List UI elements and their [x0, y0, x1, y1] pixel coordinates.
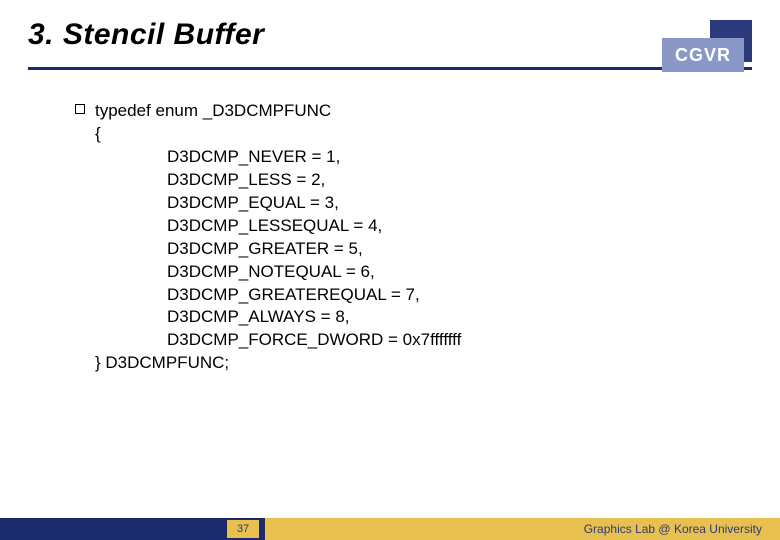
enum-member: D3DCMP_ALWAYS = 8,: [95, 306, 780, 329]
enum-member: D3DCMP_NEVER = 1,: [95, 146, 780, 169]
footer-label: Graphics Lab @ Korea University: [584, 522, 762, 536]
title-underline: [28, 67, 752, 70]
footer-left: 37: [0, 518, 265, 540]
brace-open: {: [95, 123, 780, 146]
bullet-item: typedef enum _D3DCMPFUNC { D3DCMP_NEVER …: [95, 100, 780, 375]
page-number: 37: [227, 520, 259, 538]
logo-front-bar: CGVR: [662, 38, 744, 72]
enum-member: D3DCMP_GREATEREQUAL = 7,: [95, 284, 780, 307]
content-area: typedef enum _D3DCMPFUNC { D3DCMP_NEVER …: [0, 78, 780, 375]
square-bullet-icon: [75, 104, 85, 114]
enum-declaration: typedef enum _D3DCMPFUNC: [95, 100, 780, 123]
logo: CGVR: [662, 20, 752, 72]
enum-member: D3DCMP_EQUAL = 3,: [95, 192, 780, 215]
logo-text: CGVR: [675, 45, 731, 66]
enum-member: D3DCMP_LESSEQUAL = 4,: [95, 215, 780, 238]
footer: 37 Graphics Lab @ Korea University: [0, 518, 780, 540]
title-bar: 3. Stencil Buffer CGVR: [0, 0, 780, 78]
slide: 3. Stencil Buffer CGVR typedef enum _D3D…: [0, 0, 780, 540]
enum-member: D3DCMP_GREATER = 5,: [95, 238, 780, 261]
brace-close: } D3DCMPFUNC;: [95, 352, 780, 375]
enum-member: D3DCMP_LESS = 2,: [95, 169, 780, 192]
enum-member: D3DCMP_FORCE_DWORD = 0x7fffffff: [95, 329, 780, 352]
enum-member: D3DCMP_NOTEQUAL = 6,: [95, 261, 780, 284]
footer-right: Graphics Lab @ Korea University: [265, 518, 780, 540]
